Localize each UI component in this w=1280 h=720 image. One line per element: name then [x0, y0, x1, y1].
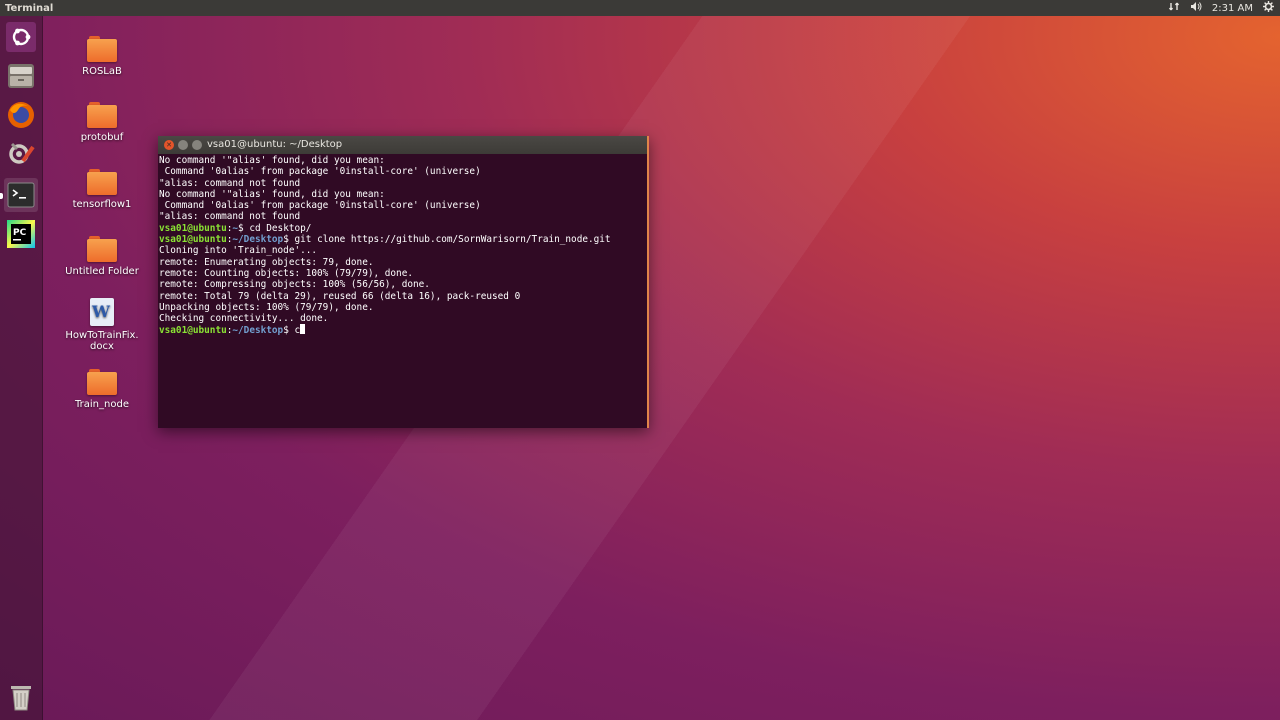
maximize-button[interactable]: [192, 140, 202, 150]
prompt-path: ~/Desktop: [232, 234, 284, 246]
command-text: $ git clone https://github.com/SornWaris…: [283, 234, 611, 246]
network-icon[interactable]: [1168, 1, 1180, 15]
ubuntu-dash-icon[interactable]: [4, 20, 38, 54]
folder-icon: [87, 369, 117, 395]
output-line: No command '"alias' found, did you mean:: [159, 188, 385, 200]
terminal-output[interactable]: No command '"alias' found, did you mean:…: [158, 154, 647, 338]
desktop-folder-untitled[interactable]: Untitled Folder: [57, 236, 147, 277]
desktop-icon-label: tensorflow1: [72, 199, 132, 210]
trash-icon[interactable]: [4, 680, 38, 714]
prompt-line: vsa01@ubuntu:~/Desktop$ c: [159, 324, 646, 336]
prompt-path: ~/Desktop: [232, 325, 284, 337]
folder-icon: [87, 102, 117, 128]
folder-icon: [87, 169, 117, 195]
output-line: remote: Enumerating objects: 79, done.: [159, 256, 374, 268]
output-line: remote: Total 79 (delta 29), reused 66 (…: [159, 290, 521, 302]
desktop-folder-train-node[interactable]: Train_node: [57, 369, 147, 410]
pycharm-icon[interactable]: PC: [4, 217, 38, 251]
running-indicator: [0, 193, 3, 199]
firefox-icon[interactable]: [4, 98, 38, 132]
folder-icon: [87, 236, 117, 262]
system-settings-icon[interactable]: [4, 137, 38, 171]
prompt-user: vsa01@ubuntu: [159, 222, 227, 234]
desktop-icon-label: Untitled Folder: [65, 266, 139, 277]
desktop-folder-protobuf[interactable]: protobuf: [57, 102, 147, 143]
output-line: "alias: command not found: [159, 177, 301, 189]
minimize-button[interactable]: [178, 140, 188, 150]
desktop-folder-roslab[interactable]: ROSLaB: [57, 36, 147, 77]
files-icon[interactable]: [4, 59, 38, 93]
output-line: Command '0alias' from package '0install-…: [159, 166, 481, 178]
output-line: Unpacking objects: 100% (79/79), done.: [159, 301, 374, 313]
prompt-line: vsa01@ubuntu:~/Desktop$ git clone https:…: [159, 234, 611, 246]
window-title-bar[interactable]: ✕ vsa01@ubuntu: ~/Desktop: [158, 136, 647, 154]
launcher: PC: [0, 16, 43, 720]
output-line: Checking connectivity... done.: [159, 313, 329, 325]
folder-icon: [87, 36, 117, 62]
command-text: $ cd Desktop/: [238, 222, 312, 234]
prompt-user: vsa01@ubuntu: [159, 325, 227, 337]
desktop-folder-tensorflow1[interactable]: tensorflow1: [57, 169, 147, 210]
output-line: No command '"alias' found, did you mean:: [159, 155, 385, 166]
text-cursor: [300, 324, 306, 335]
command-text: $ c: [283, 325, 301, 337]
terminal-icon[interactable]: [4, 178, 38, 212]
desktop-icon-label: protobuf: [80, 132, 124, 143]
window-title: vsa01@ubuntu: ~/Desktop: [207, 139, 343, 150]
desktop-icon-label: ROSLaB: [82, 66, 122, 77]
clock[interactable]: 2:31 AM: [1212, 3, 1253, 14]
doc-glyph: W: [92, 302, 110, 321]
word-document-icon: W: [90, 298, 114, 326]
close-button[interactable]: ✕: [164, 140, 174, 150]
terminal-window[interactable]: ✕ vsa01@ubuntu: ~/Desktop No command '"a…: [158, 136, 649, 428]
active-app-title: Terminal: [5, 2, 54, 14]
desktop-icon-label: Train_node: [75, 399, 129, 410]
indicator-area: 2:31 AM: [1168, 1, 1274, 15]
output-line: remote: Compressing objects: 100% (56/56…: [159, 279, 430, 291]
prompt-line: vsa01@ubuntu:~$ cd Desktop/: [159, 222, 312, 234]
desktop-icon-label: HowToTrainFix. docx: [65, 330, 139, 352]
output-line: Command '0alias' from package '0install-…: [159, 200, 481, 212]
output-line: "alias: command not found: [159, 211, 301, 223]
pycharm-label: PC: [13, 228, 27, 238]
desktop-file-howtotrainfix[interactable]: W HowToTrainFix. docx: [57, 298, 147, 352]
top-panel: Terminal 2:31 AM: [0, 0, 1280, 16]
settings-icon[interactable]: [1263, 1, 1274, 15]
output-line: remote: Counting objects: 100% (79/79), …: [159, 267, 413, 279]
prompt-user: vsa01@ubuntu: [159, 234, 227, 246]
volume-icon[interactable]: [1190, 1, 1202, 15]
output-line: Cloning into 'Train_node'...: [159, 245, 318, 257]
